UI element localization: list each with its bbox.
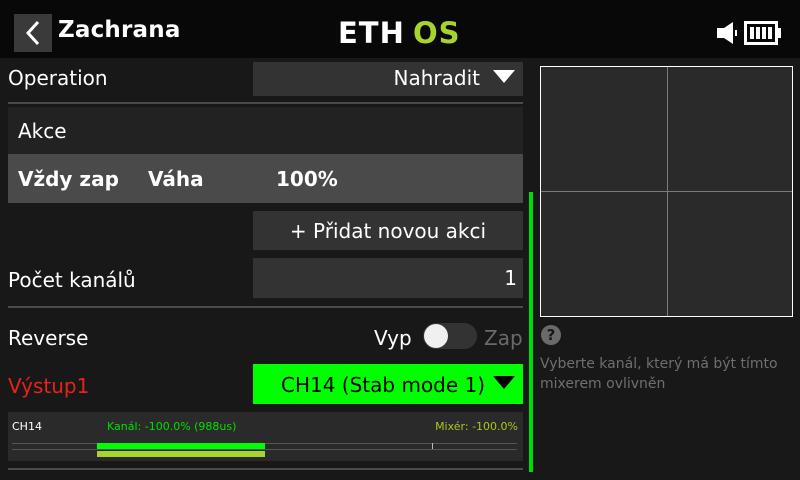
monitor-tick [432, 443, 433, 449]
toggle-knob [424, 324, 448, 348]
mixer-output-bar [96, 451, 265, 457]
divider [8, 102, 523, 104]
operation-select[interactable]: Nahradit [253, 62, 523, 96]
output-select[interactable]: CH14 (Stab mode 1) [253, 364, 523, 404]
reverse-label: Reverse [8, 326, 89, 350]
action-trigger: Vždy zap [18, 167, 119, 191]
help-text: Vyberte kanál, který má být tímto mixere… [540, 356, 778, 392]
divider [8, 306, 523, 308]
scrollbar[interactable] [529, 192, 533, 472]
logo-suffix: OS [413, 18, 461, 46]
action-row[interactable]: Vždy zap Váha 100% [8, 154, 523, 203]
crosshair-horizontal [541, 191, 792, 192]
monitor-channel-text: Kanál: -100.0% (988us) [107, 420, 237, 433]
ethos-logo: ETH OS [338, 16, 462, 50]
logo-prefix: ETH [338, 18, 405, 46]
battery-icon[interactable] [744, 21, 782, 45]
page-title: Zachrana [58, 17, 181, 43]
channel-monitor: CH14 Kanál: -100.0% (988us) Mixér: -100.… [8, 412, 523, 461]
channel-count-field[interactable]: 1 [253, 258, 523, 298]
chevron-left-icon [25, 20, 40, 46]
monitor-channel: CH14 [12, 420, 42, 433]
chevron-down-icon [493, 70, 515, 83]
reverse-off-label: Vyp [374, 326, 412, 350]
actions-section-label: Akce [18, 119, 67, 143]
monitor-track [12, 443, 517, 444]
chevron-down-icon [493, 376, 515, 389]
action-weight-value: 100% [276, 167, 338, 191]
reverse-toggle[interactable] [423, 323, 477, 349]
ethos-logo-mark: ETH OS [338, 16, 461, 50]
channel-count-value: 1 [504, 266, 517, 290]
speaker-icon[interactable] [716, 22, 738, 44]
reverse-on-label: Zap [484, 326, 523, 350]
monitor-mixer-text: Mixér: -100.0% [435, 420, 518, 433]
top-bar: Zachrana ETH OS [0, 0, 800, 58]
add-action-button[interactable]: + Přidat novou akci [253, 211, 523, 250]
operation-label: Operation [8, 66, 108, 90]
action-weight-label: Váha [148, 167, 204, 191]
channel-count-label: Počet kanálů [8, 268, 136, 292]
operation-value: Nahradit [393, 66, 480, 90]
question-icon: ? [541, 325, 561, 345]
output-label: Výstup1 [8, 374, 90, 398]
monitor-track [12, 449, 517, 450]
divider [8, 468, 523, 470]
channel-output-bar [96, 443, 265, 449]
output-value: CH14 (Stab mode 1) [281, 373, 486, 397]
stick-preview [540, 66, 793, 317]
back-button[interactable] [14, 14, 52, 52]
actions-section-header: Akce [8, 107, 523, 154]
